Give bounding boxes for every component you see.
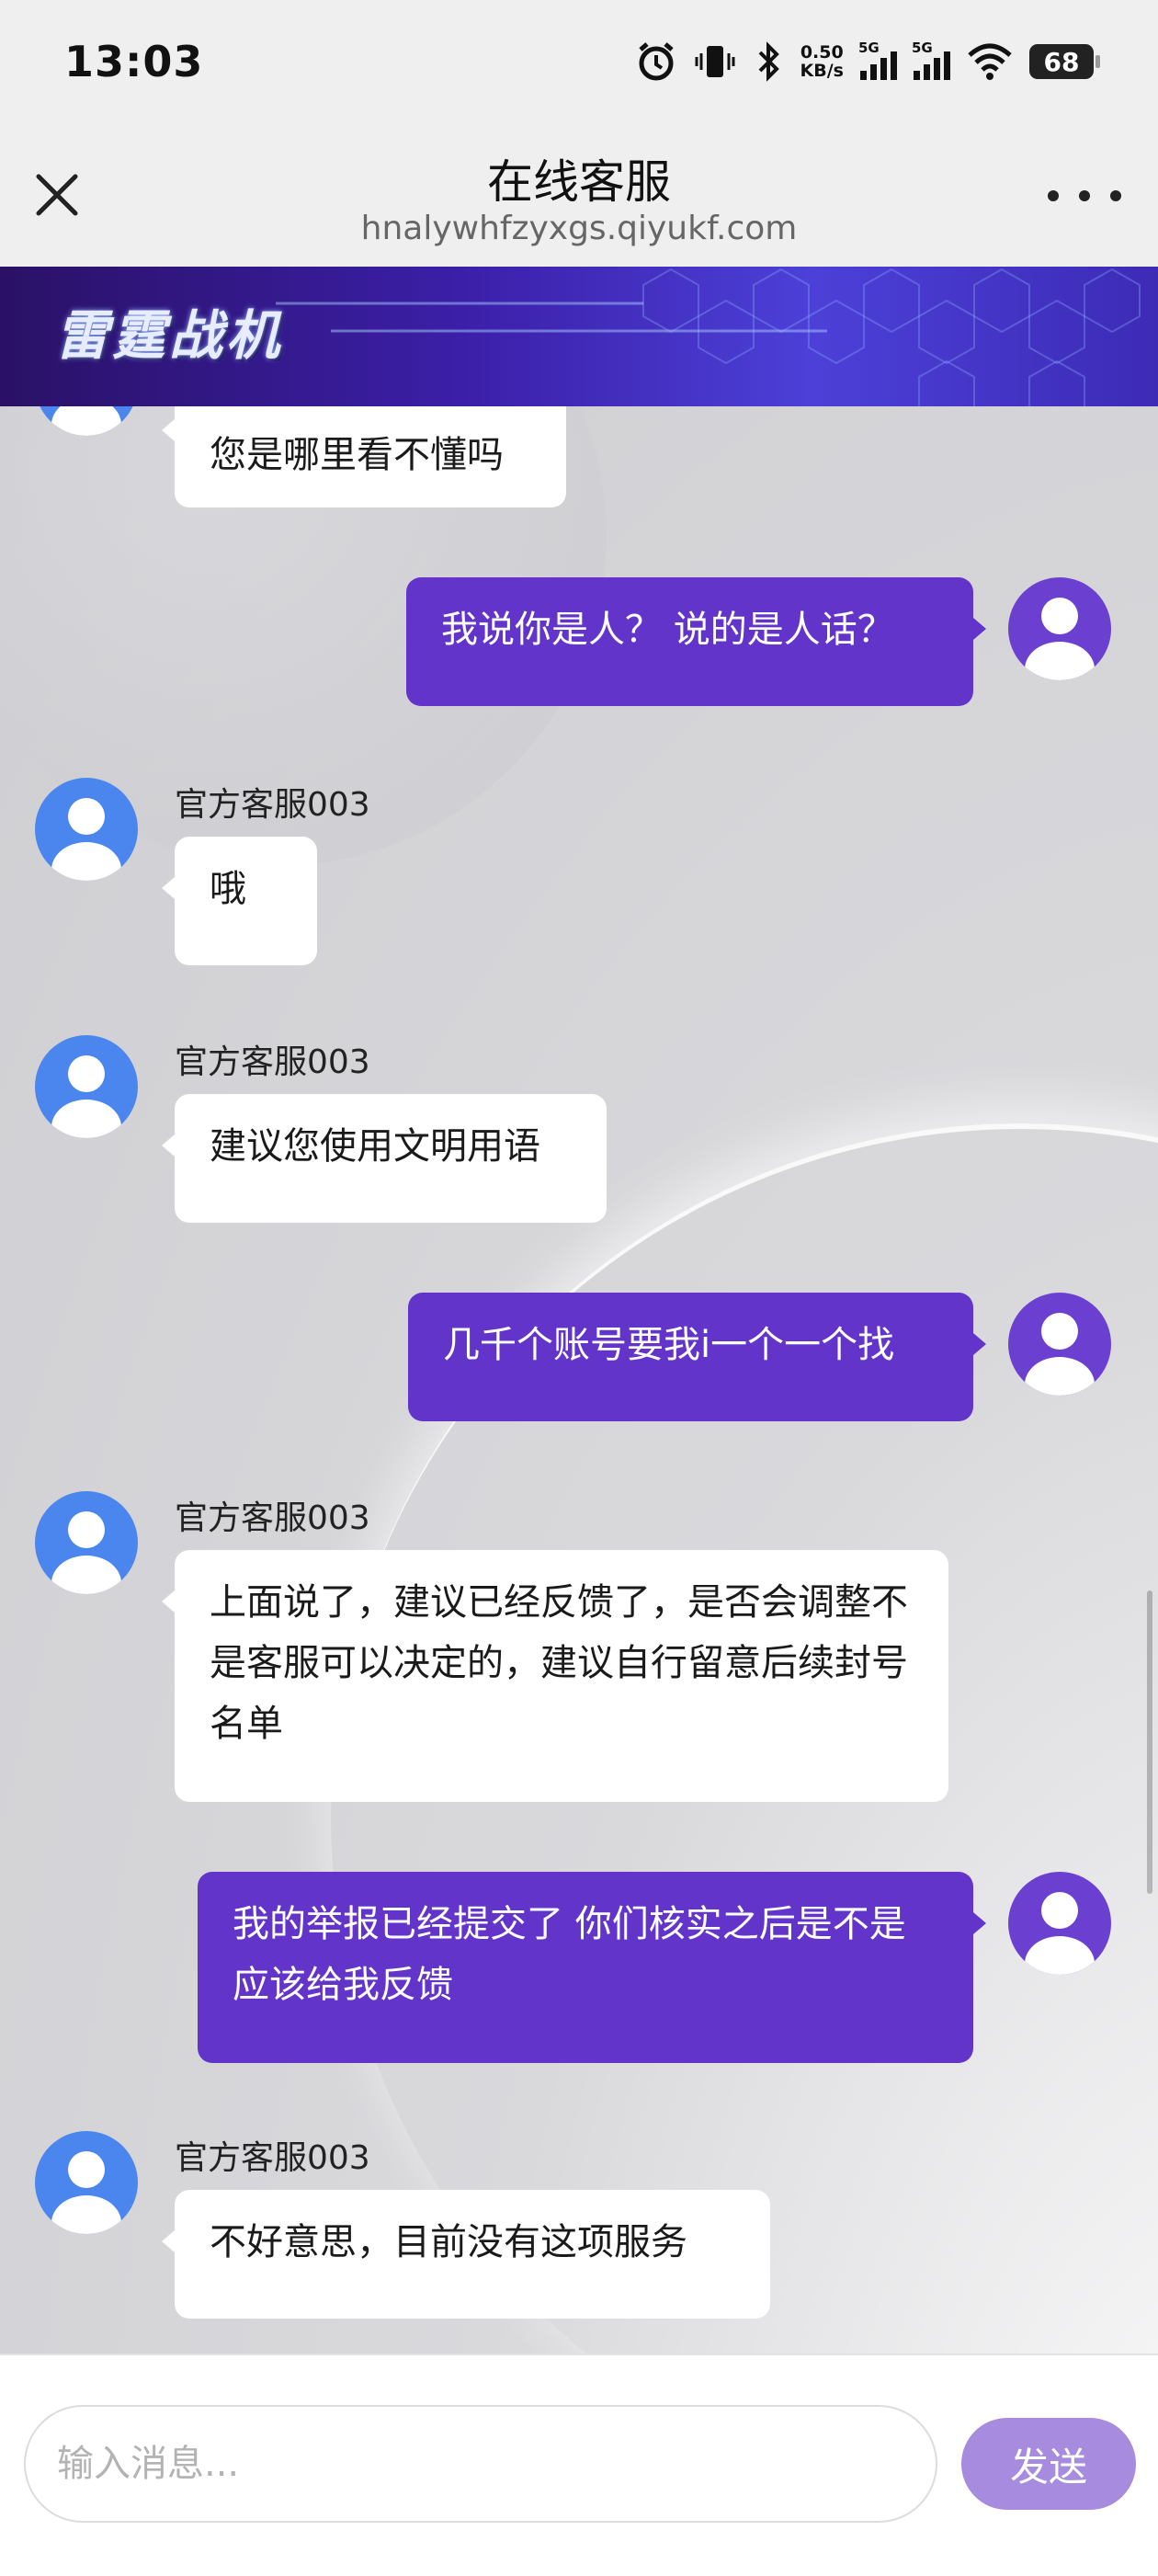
- agent-avatar: [35, 1035, 138, 1138]
- wifi-icon: [968, 43, 1012, 80]
- user-avatar: [1008, 1293, 1111, 1396]
- message-bubble: 您是哪里看不懂吗: [162, 406, 566, 507]
- message-bubble: 几千个账号要我i一个一个找: [408, 1293, 986, 1421]
- composer-bar: 发送: [0, 2354, 1158, 2576]
- message-input[interactable]: [24, 2405, 937, 2523]
- chat-area[interactable]: 您是哪里看不懂吗 我说你是人？ 说的是人话？ 官方客服003 哦 官方客服003…: [0, 406, 1158, 2354]
- sender-name: 官方客服003: [175, 1499, 370, 1537]
- message-bubble: 上面说了，建议已经反馈了，是否会调整不是客服可以决定的，建议自行留意后续封号名单: [162, 1550, 948, 1802]
- game-logo: 雷霆战机: [55, 304, 284, 367]
- scrollbar[interactable]: [1147, 1590, 1152, 1894]
- message-bubble: 我说你是人？ 说的是人话？: [406, 577, 986, 706]
- message-bubble: 不好意思，目前没有这项服务: [162, 2190, 770, 2319]
- user-avatar: [1008, 577, 1111, 680]
- dot-icon: [1048, 190, 1059, 201]
- send-button[interactable]: 发送: [961, 2418, 1136, 2510]
- bluetooth-icon: [758, 41, 779, 82]
- alarm-icon: [638, 42, 674, 81]
- message-bubble: 建议您使用文明用语: [162, 1094, 607, 1223]
- message-bubble: 我的举报已经提交了 你们核实之后是不是应该给我反馈: [198, 1872, 986, 2063]
- status-icons: 0.50 KB/s 5G 5G 68: [635, 39, 1100, 85]
- title-bar: 在线客服 hnalywhfzyxgs.qiyukf.com: [0, 129, 1158, 267]
- battery-icon: 68: [1029, 44, 1100, 79]
- message-bubble: 哦: [162, 837, 317, 965]
- agent-avatar: [35, 2131, 138, 2234]
- agent-avatar: [35, 1491, 138, 1594]
- signal-icon: 5G: [912, 40, 950, 80]
- game-banner: 雷霆战机: [0, 267, 1158, 406]
- page-title: 在线客服: [487, 155, 671, 209]
- more-options-button[interactable]: [1048, 173, 1121, 219]
- vibrate-icon: [695, 46, 735, 77]
- sender-name: 官方客服003: [175, 1043, 370, 1081]
- net-speed: 0.50 KB/s: [800, 42, 844, 81]
- sender-name: 官方客服003: [175, 2139, 370, 2177]
- user-avatar: [1008, 1872, 1111, 1975]
- page-url: hnalywhfzyxgs.qiyukf.com: [360, 210, 798, 247]
- status-bar: 13:03 0.50 KB/s 5G 5G 68: [0, 0, 1158, 129]
- dot-icon: [1110, 190, 1121, 201]
- sender-name: 官方客服003: [175, 786, 370, 824]
- status-time: 13:03: [64, 37, 204, 86]
- dot-icon: [1079, 190, 1090, 201]
- agent-avatar: [35, 778, 138, 881]
- signal-icon: 5G: [858, 40, 897, 80]
